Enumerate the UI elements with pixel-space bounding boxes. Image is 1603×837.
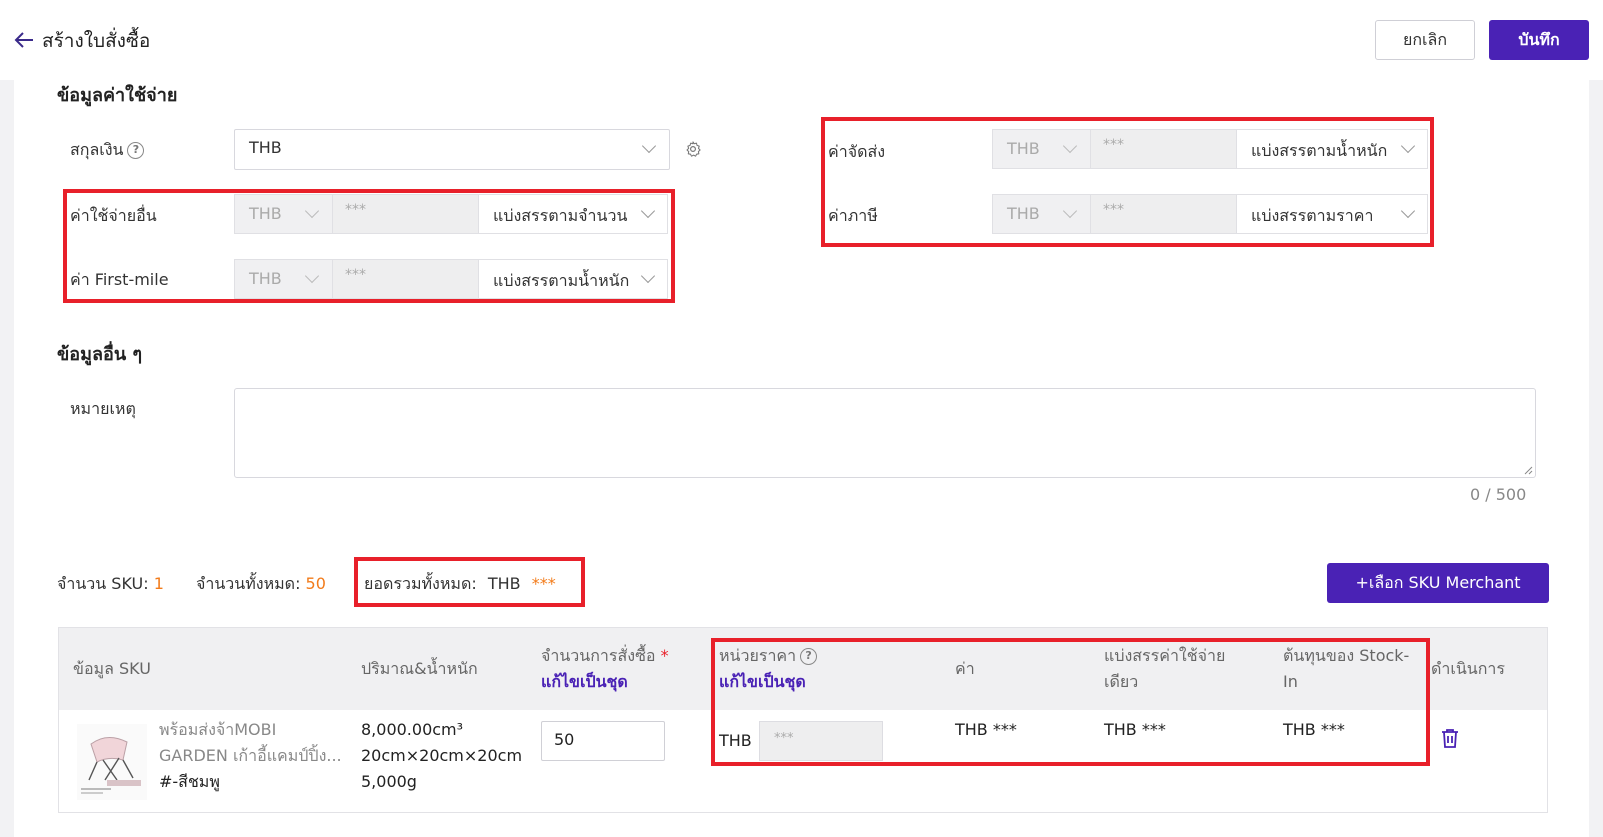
th-order-qty: จำนวนการสั่งซื้อ * แก้ไขเป็นชุด (541, 643, 669, 695)
highlight-box (63, 189, 675, 303)
remark-label: หมายเหตุ (70, 399, 136, 418)
currency-label-text: สกุลเงิน (70, 140, 124, 159)
currency-select-value: THB (249, 138, 282, 157)
save-button[interactable]: บันทึก (1489, 20, 1589, 60)
highlight-box (711, 638, 1430, 766)
currency-label: สกุลเงิน? (70, 138, 145, 163)
order-qty-input[interactable]: 50 (541, 721, 665, 761)
highlight-box (354, 557, 585, 607)
batch-edit-qty-link[interactable]: แก้ไขเป็นชุด (541, 672, 628, 691)
trash-icon[interactable] (1441, 728, 1459, 748)
product-name-line1[interactable]: พร้อมส่งจ้าMOBI (159, 717, 276, 743)
total-qty-value: 50 (305, 574, 326, 593)
product-thumbnail[interactable] (77, 724, 147, 800)
required-mark: * (660, 646, 669, 665)
help-icon[interactable]: ? (127, 142, 145, 159)
remark-textarea[interactable] (234, 388, 1536, 478)
cost-section-title: ข้อมูลค่าใช้จ่าย (57, 85, 178, 106)
cancel-button[interactable]: ยกเลิก (1375, 20, 1475, 60)
resize-handle-icon[interactable] (1523, 465, 1533, 475)
product-volume: 8,000.00cm³ (361, 720, 464, 739)
product-variant: #-สีชมพู (159, 772, 220, 791)
product-weight: 5,000g (361, 772, 417, 791)
back-arrow-icon[interactable] (12, 28, 36, 52)
total-qty-label: จำนวนทั้งหมด: (196, 574, 301, 593)
sku-count-label: จำนวน SKU: (57, 574, 149, 593)
remark-counter: 0 / 500 (1470, 485, 1527, 504)
product-name-line2[interactable]: GARDEN เก้าอี้แคมป์ปิ้ง... (159, 743, 342, 769)
select-sku-button[interactable]: +เลือก SKU Merchant (1327, 563, 1549, 603)
chevron-down-icon (641, 138, 657, 154)
th-volume-weight: ปริมาณ&น้ำหนัก (361, 659, 478, 678)
gear-icon[interactable] (684, 140, 702, 158)
highlight-box (821, 117, 1434, 247)
total-qty: จำนวนทั้งหมด: 50 (196, 572, 326, 597)
product-dimensions: 20cm×20cm×20cm (361, 746, 523, 765)
sku-count-value: 1 (153, 574, 164, 593)
sku-count: จำนวน SKU: 1 (57, 572, 164, 597)
th-order-qty-text: จำนวนการสั่งซื้อ (541, 646, 656, 665)
order-qty-value: 50 (554, 730, 575, 749)
currency-select[interactable]: THB (234, 129, 670, 170)
page-title: สร้างใบสั่งซื้อ (42, 30, 151, 52)
th-sku-info: ข้อมูล SKU (73, 659, 151, 678)
other-section-title: ข้อมูลอื่น ๆ (57, 344, 143, 365)
top-bar: สร้างใบสั่งซื้อ ยกเลิก บันทึก (0, 0, 1603, 80)
th-actions: ดำเนินการ (1431, 659, 1505, 678)
